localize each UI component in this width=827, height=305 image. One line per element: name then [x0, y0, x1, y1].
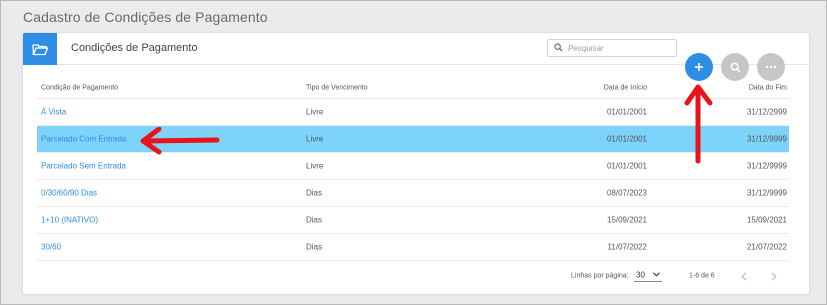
search-field[interactable] [547, 39, 677, 57]
search-input[interactable] [568, 41, 673, 55]
tipo-cell: Livre [306, 161, 324, 171]
chevron-left-icon[interactable] [741, 272, 747, 281]
payment-conditions-table: Condição de Pagamento Tipo de Vencimento… [37, 77, 789, 261]
table-pagination: Linhas por página: 30 1-6 de 6 [23, 265, 809, 287]
condicao-link[interactable]: Parcelado Com Entrada [41, 135, 126, 144]
table-row[interactable]: 0/30/60/90 Dias Dias 08/07/2023 31/12/99… [37, 180, 789, 207]
rows-per-page-value: 30 [636, 270, 645, 279]
table-row[interactable]: 1+10 (INATIVO) Dias 15/09/2021 15/09/202… [37, 207, 789, 234]
condicao-link[interactable]: 30/60 [41, 243, 61, 252]
data-fim-cell: 15/09/2021 [746, 215, 787, 225]
folder-icon-box [23, 33, 57, 65]
data-fim-cell: 31/12/9999 [746, 188, 787, 198]
data-inicio-cell: 11/07/2022 [607, 242, 647, 252]
condicao-link[interactable]: À Vista [41, 108, 66, 117]
annotation-arrow-left [140, 127, 220, 155]
tipo-cell: Dias [306, 215, 323, 225]
tipo-cell: Livre [306, 134, 324, 144]
rows-per-page-select[interactable]: 30 [634, 268, 662, 282]
condicao-link[interactable]: 0/30/60/90 Dias [41, 189, 97, 198]
table-row[interactable]: À Vista Livre 01/01/2001 31/12/2999 [37, 99, 789, 126]
annotation-arrow-up [684, 84, 713, 164]
tipo-cell: Livre [306, 107, 324, 117]
table-row[interactable]: Parcelado Sem Entrada Livre 01/01/2001 3… [37, 153, 789, 180]
condicao-link[interactable]: 1+10 (INATIVO) [41, 216, 98, 225]
data-inicio-cell: 01/01/2001 [606, 134, 647, 144]
folder-open-icon [32, 43, 48, 55]
data-inicio-cell: 08/07/2023 [606, 188, 647, 198]
search-icon [554, 43, 563, 52]
table-header: Condição de Pagamento Tipo de Vencimento… [37, 77, 789, 99]
condicao-link[interactable]: Parcelado Sem Entrada [41, 162, 126, 171]
chevron-right-icon[interactable] [771, 272, 777, 281]
search-icon [730, 62, 741, 73]
data-fim-cell: 31/12/9999 [746, 161, 787, 171]
column-header-data-inicio[interactable]: Data de Início [604, 84, 647, 91]
data-inicio-cell: 15/09/2021 [606, 215, 647, 225]
data-inicio-cell: 01/01/2001 [606, 107, 647, 117]
data-inicio-cell: 01/01/2001 [606, 161, 647, 171]
page-title: Cadastro de Condições de Pagamento [23, 9, 268, 25]
data-fim-cell: 31/12/2999 [746, 107, 787, 117]
data-fim-cell: 31/12/9999 [746, 134, 787, 144]
tipo-cell: Dias [306, 242, 323, 252]
rows-per-page-label: Linhas por página: [571, 272, 629, 280]
plus-icon [695, 63, 703, 71]
data-fim-cell: 21/07/2022 [746, 242, 787, 252]
card-title: Condições de Pagamento [71, 42, 198, 54]
tipo-cell: Dias [306, 188, 323, 198]
table-row[interactable]: 30/60 Dias 11/07/2022 21/07/2022 [37, 234, 789, 261]
more-horizontal-icon [765, 65, 777, 69]
column-header-data-fim[interactable]: Data do Fim [749, 84, 787, 91]
pagination-range: 1-6 de 6 [689, 272, 715, 280]
column-header-tipo[interactable]: Tipo de Vencimento [306, 84, 368, 91]
caret-down-icon [653, 272, 660, 277]
column-header-condicao[interactable]: Condição de Pagamento [41, 84, 118, 91]
